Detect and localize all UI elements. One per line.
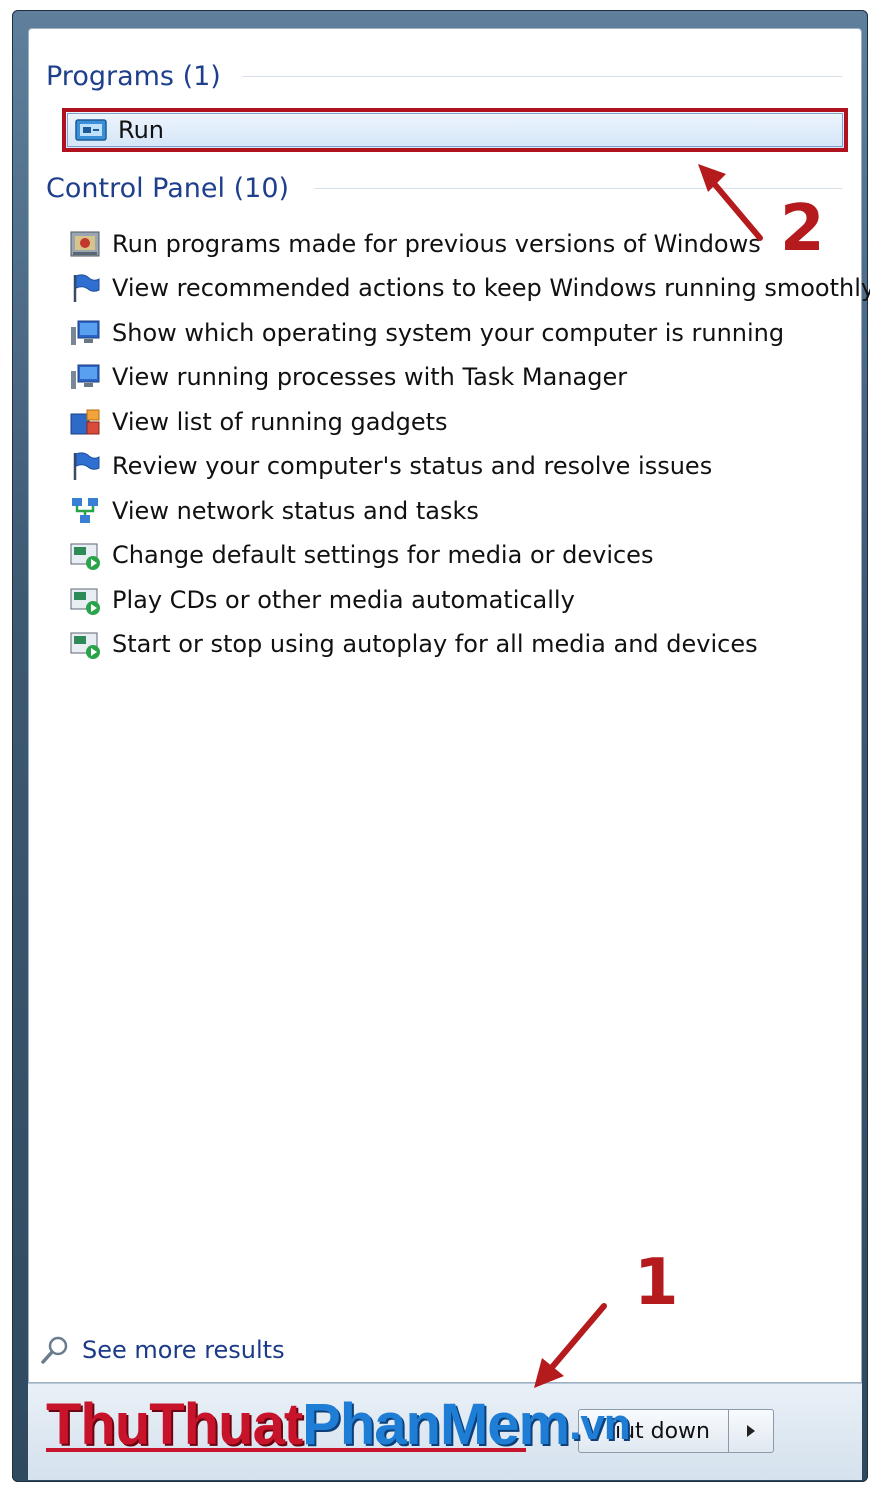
programs-header-divider <box>242 76 842 77</box>
see-more-label: See more results <box>82 1336 285 1364</box>
annotation-arrow-1 <box>534 1303 607 1388</box>
control-panel-item-label: Change default settings for media or dev… <box>112 541 654 569</box>
control-panel-item[interactable]: Run programs made for previous versions … <box>68 224 761 264</box>
gadgets-icon <box>68 405 102 439</box>
control-panel-item-label: Start or stop using autoplay for all med… <box>112 630 758 658</box>
flag-icon <box>68 271 102 305</box>
control-panel-item-label: Review your computer's status and resolv… <box>112 452 713 480</box>
autoplay-icon <box>68 538 102 572</box>
control-panel-item[interactable]: Show which operating system your compute… <box>68 313 784 353</box>
see-more-results-link[interactable]: See more results <box>40 1332 285 1368</box>
autoplay-icon <box>68 583 102 617</box>
watermark-logo: ThuThuat PhanMem .vn <box>46 1392 631 1457</box>
watermark-underline <box>46 1448 526 1452</box>
control-panel-item-label: Run programs made for previous versions … <box>112 230 761 258</box>
shutdown-options-button[interactable] <box>728 1410 773 1452</box>
control-panel-item-label: Play CDs or other media automatically <box>112 586 575 614</box>
compat-icon <box>68 227 102 261</box>
control-panel-item[interactable]: Play CDs or other media automatically <box>68 580 575 620</box>
control-panel-item[interactable]: Start or stop using autoplay for all med… <box>68 624 758 664</box>
watermark-part-red: ThuThuat <box>46 1392 303 1457</box>
control-panel-item[interactable]: View recommended actions to keep Windows… <box>68 268 870 308</box>
watermark-part-blue: PhanMem <box>302 1392 570 1457</box>
control-panel-item-label: Show which operating system your compute… <box>112 319 785 347</box>
run-label: Run <box>118 116 165 144</box>
annotation-arrow-2 <box>698 164 763 241</box>
annotation-number-1: 1 <box>634 1246 679 1320</box>
annotation-number-2: 2 <box>780 192 825 266</box>
chevron-right-icon <box>747 1425 755 1437</box>
watermark-part-domain: .vn <box>569 1400 631 1449</box>
run-result-item[interactable]: Run <box>62 108 848 152</box>
programs-group-header: Programs (1) <box>46 56 842 96</box>
control-panel-item[interactable]: Change default settings for media or dev… <box>68 535 653 575</box>
control-panel-item-label: View recommended actions to keep Windows… <box>112 274 870 302</box>
system-icon <box>68 360 102 394</box>
control-panel-item[interactable]: Review your computer's status and resolv… <box>68 446 712 486</box>
control-panel-item-label: View list of running gadgets <box>112 408 448 436</box>
control-panel-item-label: View network status and tasks <box>112 497 479 525</box>
system-icon <box>68 316 102 350</box>
control-panel-item-label: View running processes with Task Manager <box>112 363 628 391</box>
search-icon <box>40 1335 70 1365</box>
network-icon <box>68 494 102 528</box>
autoplay-icon <box>68 627 102 661</box>
control-panel-item[interactable]: View running processes with Task Manager <box>68 357 627 397</box>
control-panel-item[interactable]: View list of running gadgets <box>68 402 448 442</box>
selection-highlight <box>67 113 843 147</box>
programs-header-label: Programs (1) <box>46 60 221 92</box>
flag-icon <box>68 449 102 483</box>
run-icon <box>74 113 108 147</box>
control-panel-header-label: Control Panel (10) <box>46 172 290 204</box>
control-panel-item[interactable]: View network status and tasks <box>68 491 479 531</box>
